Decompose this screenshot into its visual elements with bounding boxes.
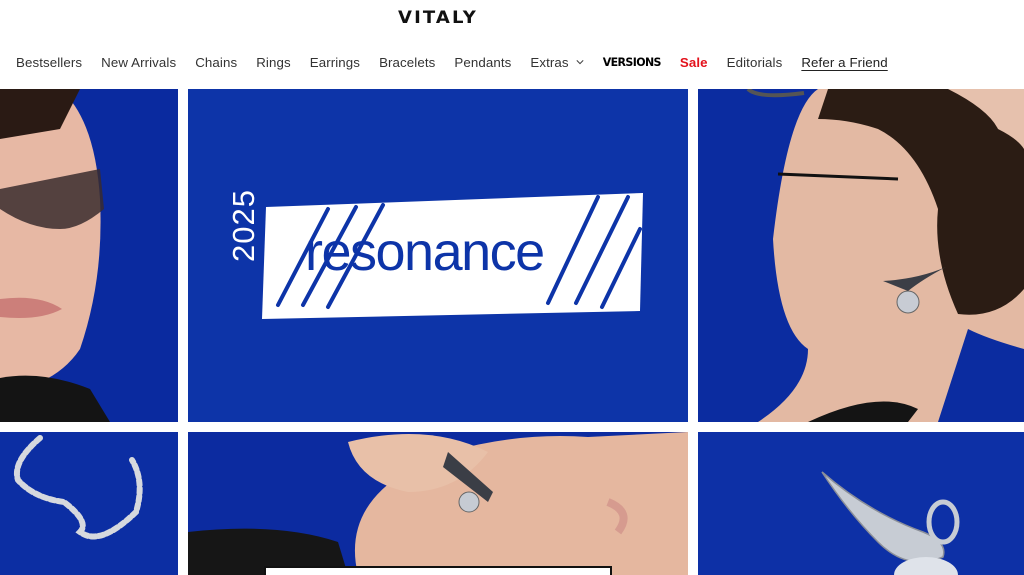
nav-item-versions[interactable]: VERSIONS <box>603 55 662 69</box>
product-image-chain-bracelet[interactable] <box>0 432 178 575</box>
nav-item-sale[interactable]: Sale <box>680 55 708 70</box>
hero-year: 2025 <box>226 189 261 262</box>
nav-item-bracelets[interactable]: Bracelets <box>379 55 435 70</box>
nav-item-pendants[interactable]: Pendants <box>454 55 511 70</box>
earring-closeup-illustration <box>188 432 688 575</box>
nav-item-new-arrivals[interactable]: New Arrivals <box>101 55 176 70</box>
campaign-image-portrait-sunglasses[interactable] <box>0 89 178 422</box>
main-nav: Bestsellers New Arrivals Chains Rings Ea… <box>16 52 888 72</box>
nav-item-refer-a-friend[interactable]: Refer a Friend <box>801 55 887 70</box>
nav-item-editorials[interactable]: Editorials <box>727 55 783 70</box>
portrait-sunglasses-illustration <box>0 89 178 422</box>
chain-bracelet-illustration <box>0 432 178 575</box>
chevron-down-icon <box>576 60 584 65</box>
nav-item-bestsellers[interactable]: Bestsellers <box>16 55 82 70</box>
campaign-image-earring-profile[interactable] <box>698 89 1024 422</box>
brand-logo[interactable]: VITALY <box>383 9 493 27</box>
nav-extras-label: Extras <box>530 54 569 70</box>
sculptural-ring-illustration <box>698 432 1024 575</box>
nav-item-rings[interactable]: Rings <box>256 55 291 70</box>
nav-item-earrings[interactable]: Earrings <box>310 55 360 70</box>
campaign-image-earring-closeup[interactable] <box>188 432 688 575</box>
earring-profile-illustration <box>698 89 1024 422</box>
product-image-sculptural-ring[interactable] <box>698 432 1024 575</box>
hero-caption-box[interactable] <box>264 566 612 575</box>
nav-item-extras[interactable]: Extras <box>530 54 584 70</box>
nav-item-chains[interactable]: Chains <box>195 55 237 70</box>
hero-title: resonance <box>305 222 545 282</box>
